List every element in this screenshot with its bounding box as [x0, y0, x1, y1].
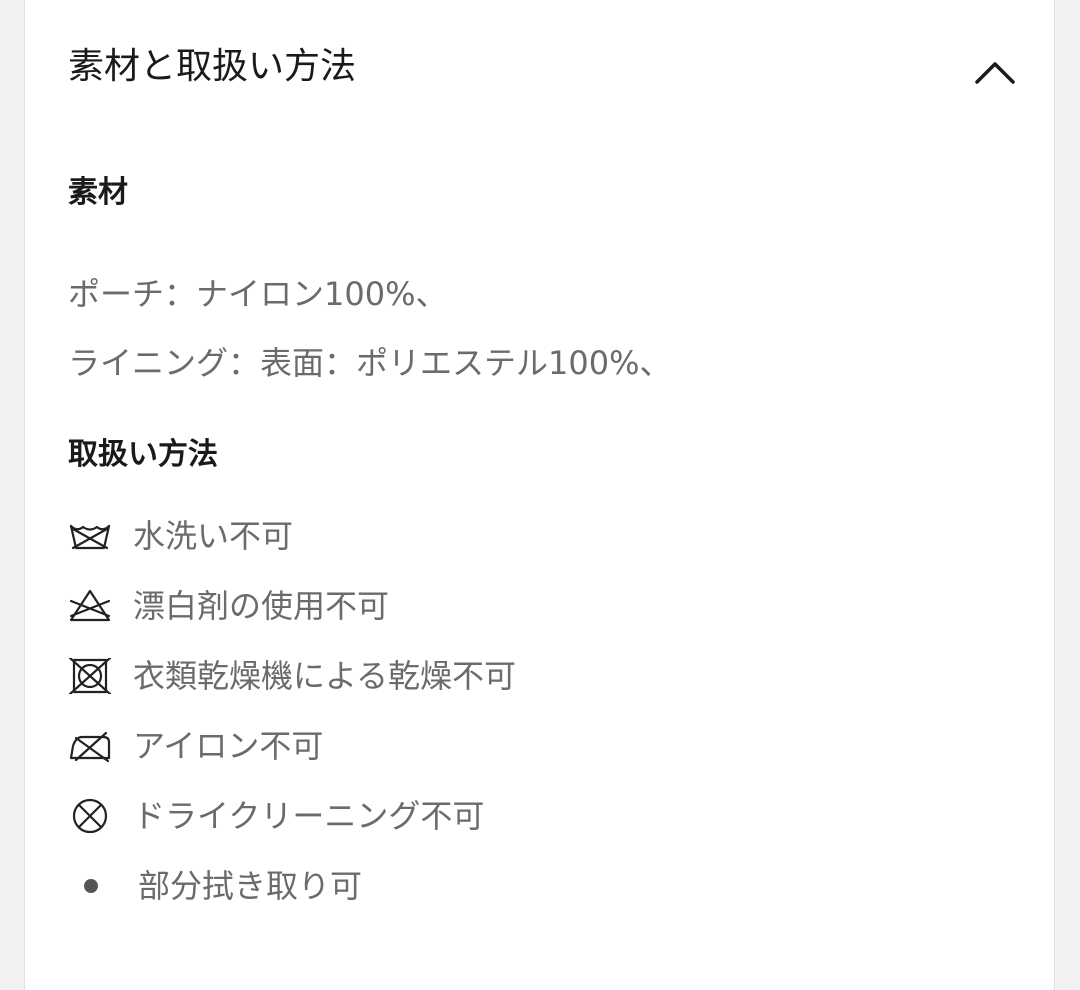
care-label: 水洗い不可 [133, 517, 294, 555]
care-item-no-tumble-dry: 衣類乾燥機による乾燥不可 [68, 652, 968, 700]
no-dry-clean-icon [72, 798, 108, 834]
bullet-icon [84, 879, 98, 893]
chevron-up-icon[interactable] [971, 50, 1019, 90]
care-item-no-dry-clean: ドライクリーニング不可 [68, 792, 968, 840]
care-heading: 取扱い方法 [68, 437, 218, 472]
care-item-no-iron: アイロン不可 [68, 722, 968, 770]
material-line: ポーチ：ナイロン100%、 [68, 275, 448, 313]
section-title: 素材と取扱い方法 [68, 46, 357, 87]
care-item-no-wash: 水洗い不可 [68, 512, 968, 560]
no-tumble-dry-icon [68, 658, 112, 694]
material-line: ライニング：表面：ポリエステル100%、 [68, 344, 672, 382]
no-wash-icon [69, 524, 111, 550]
no-bleach-icon [69, 589, 111, 622]
care-item-no-bleach: 漂白剤の使用不可 [68, 582, 968, 630]
materials-care-panel: 素材と取扱い方法 素材 ポーチ：ナイロン100%、 ライニング：表面：ポリエステ… [24, 0, 1055, 990]
care-label: 漂白剤の使用不可 [133, 587, 390, 625]
care-label: 部分拭き取り可 [138, 867, 363, 905]
no-iron-icon [69, 731, 111, 763]
care-item-partial-wipe: 部分拭き取り可 [68, 862, 968, 910]
care-label: 衣類乾燥機による乾燥不可 [133, 657, 517, 695]
care-label: アイロン不可 [133, 727, 324, 765]
materials-heading: 素材 [68, 175, 128, 210]
accordion-header[interactable]: 素材と取扱い方法 [25, 0, 1054, 136]
care-label: ドライクリーニング不可 [133, 797, 485, 835]
